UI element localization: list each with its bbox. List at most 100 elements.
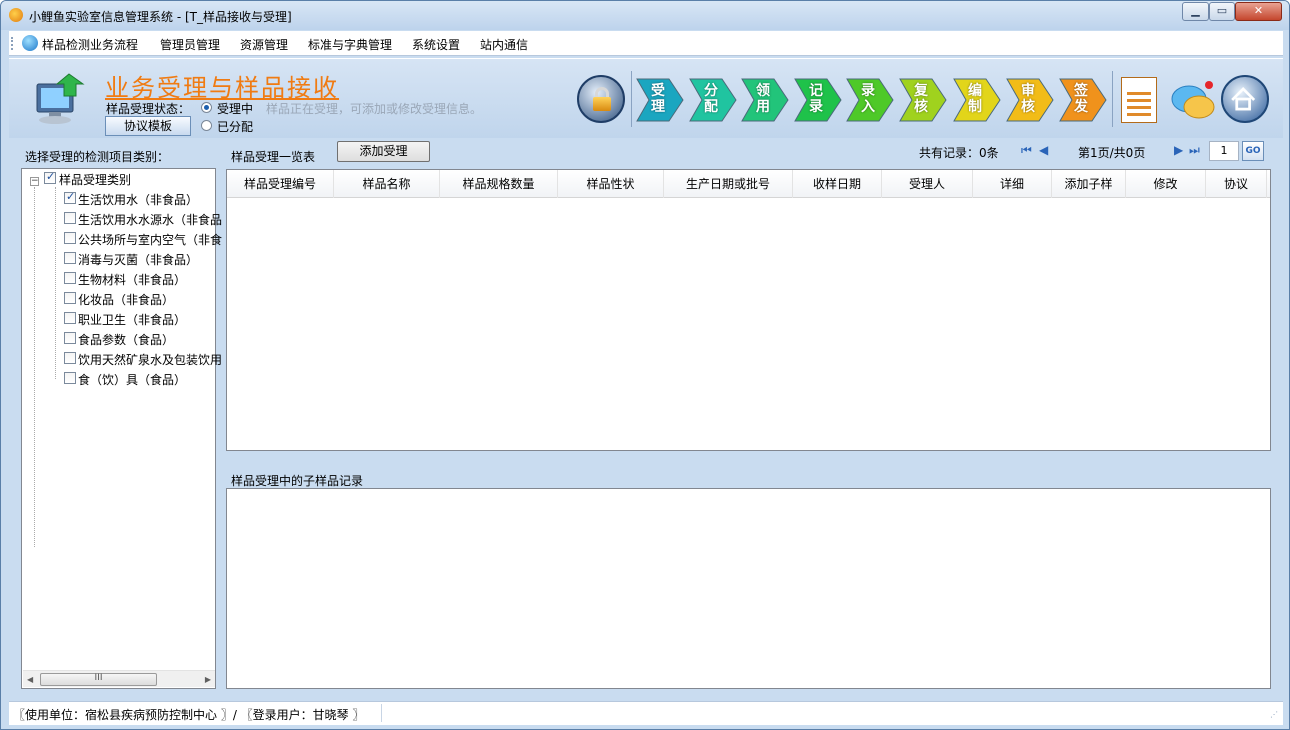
tree-item-label[interactable]: 职业卫生（非食品）	[78, 311, 186, 328]
tree-item-label[interactable]: 化妆品（非食品）	[78, 291, 174, 308]
resize-grip[interactable]: ⋰	[1270, 710, 1279, 719]
status-hint: 样品正在受理，可添加或修改受理信息。	[266, 102, 483, 116]
menu-item-settings[interactable]: 系统设置	[412, 36, 460, 53]
workflow-step-button[interactable]: 领 用	[740, 77, 790, 123]
workflow-step-button[interactable]: 记 录	[793, 77, 843, 123]
tree-item-checkbox[interactable]	[64, 292, 76, 304]
workflow-step-label: 分 配	[704, 83, 718, 115]
tree-item-checkbox[interactable]	[64, 332, 76, 344]
record-count: 共有记录：0条	[919, 146, 999, 160]
scroll-thumb[interactable]: III	[40, 673, 157, 686]
workflow-step-button[interactable]: 签 发	[1058, 77, 1108, 123]
home-button[interactable]	[1221, 75, 1269, 123]
accept-grid[interactable]: 样品受理编号 样品名称 样品规格数量 样品性状 生产日期或批号 收样日期 受理人 详细 添加子样…	[226, 169, 1271, 451]
workflow-step-button[interactable]: 分 配	[688, 77, 738, 123]
prev-page-icon[interactable]: ◀	[1039, 143, 1048, 157]
tree-horizontal-scrollbar[interactable]: ◀ III ▶	[23, 670, 215, 687]
scroll-left-icon[interactable]: ◀	[27, 675, 33, 684]
tree-item-label[interactable]: 公共场所与室内空气（非食	[78, 231, 222, 248]
app-window: 小鲤鱼实验室信息管理系统 - [T_样品接收与受理] ▁ ▭ ✕ 样品检测业务流…	[0, 0, 1290, 730]
tree-item-label[interactable]: 食品参数（食品）	[78, 331, 174, 348]
grid-column-header[interactable]: 样品规格数量	[440, 170, 558, 198]
workflow-step-button[interactable]: 复 核	[898, 77, 948, 123]
workflow-step-label: 受 理	[651, 83, 665, 115]
tree-root-checkbox[interactable]	[44, 170, 56, 184]
grid-header: 样品受理编号 样品名称 样品规格数量 样品性状 生产日期或批号 收样日期 受理人 详细 添加子样…	[227, 170, 1270, 198]
tree-item-label[interactable]: 生物材料（非食品）	[78, 271, 186, 288]
tree-root-label[interactable]: 样品受理类别	[59, 171, 131, 188]
workflow-step-button[interactable]: 受 理	[635, 77, 685, 123]
workflow-step-button[interactable]: 审 核	[1005, 77, 1055, 123]
tree-item-checkbox[interactable]	[64, 252, 76, 264]
grid-column-header[interactable]: 详细	[973, 170, 1052, 198]
tree-item-label[interactable]: 饮用天然矿泉水及包装饮用	[78, 351, 222, 368]
tree-collapse-toggle[interactable]: −	[30, 177, 39, 186]
page-number-input[interactable]: 1	[1209, 141, 1239, 161]
workflow-step-label: 编 制	[968, 83, 982, 115]
grid-column-header[interactable]: 样品名称	[334, 170, 440, 198]
tree-item-label[interactable]: 生活饮用水水源水（非食品	[78, 211, 222, 228]
radio-in-progress[interactable]	[201, 102, 212, 113]
tree-item-label[interactable]: 食（饮）具（食品）	[78, 371, 186, 388]
tree-item-label[interactable]: 生活饮用水（非食品）	[78, 191, 198, 208]
lock-button[interactable]	[577, 75, 625, 123]
menu-bar: 样品检测业务流程 管理员管理 资源管理 标准与字典管理 系统设置 站内通信	[9, 31, 1283, 56]
tree-item-checkbox[interactable]	[64, 352, 76, 364]
workflow-step-label: 领 用	[756, 83, 770, 115]
last-page-icon[interactable]: ⏭	[1189, 143, 1200, 158]
tree-item-checkbox[interactable]	[64, 190, 76, 204]
chat-icon[interactable]	[1169, 77, 1217, 123]
status-text: 〖使用单位：宿松县疾病预防控制中心 〗/ 〖登录用户：甘晓琴 〗	[13, 708, 365, 722]
menu-item-standards[interactable]: 标准与字典管理	[308, 36, 392, 53]
radio-assigned[interactable]	[201, 120, 212, 131]
workflow-menu-icon	[22, 35, 38, 51]
workflow-step-label: 复 核	[914, 83, 928, 115]
tree-item-label[interactable]: 消毒与灭菌（非食品）	[78, 251, 198, 268]
title-bar: 小鲤鱼实验室信息管理系统 - [T_样品接收与受理] ▁ ▭ ✕	[1, 1, 1289, 30]
toolbar-separator	[631, 71, 632, 127]
menu-item-resources[interactable]: 资源管理	[240, 36, 288, 53]
header-panel: 业务受理与样品接收 样品受理状态： 受理中 样品正在受理，可添加或修改受理信息。…	[9, 58, 1283, 138]
grid-column-header[interactable]: 受理人	[882, 170, 973, 198]
tree-item-checkbox[interactable]	[64, 372, 76, 384]
radio-assigned-label[interactable]: 已分配	[217, 118, 253, 135]
home-icon	[1231, 86, 1256, 111]
tree-item-checkbox[interactable]	[64, 232, 76, 244]
radio-in-progress-label[interactable]: 受理中	[217, 100, 253, 117]
add-accept-button[interactable]: 添加受理	[337, 141, 430, 162]
sub-sample-panel[interactable]	[226, 488, 1271, 689]
close-button[interactable]: ✕	[1235, 2, 1282, 21]
go-button[interactable]: GO	[1242, 141, 1264, 161]
workflow-step-button[interactable]: 编 制	[952, 77, 1002, 123]
workflow-step-button[interactable]: 录 入	[845, 77, 895, 123]
scroll-right-icon[interactable]: ▶	[205, 675, 211, 684]
report-icon[interactable]	[1121, 77, 1157, 123]
workflow-step-label: 录 入	[861, 83, 875, 115]
grid-column-header[interactable]: 生产日期或批号	[664, 170, 793, 198]
grid-column-header[interactable]: 修改	[1126, 170, 1206, 198]
tree-item-checkbox[interactable]	[64, 212, 76, 224]
workflow-step-label: 记 录	[809, 83, 823, 115]
grid-column-header[interactable]: 添加子样	[1052, 170, 1126, 198]
maximize-button[interactable]: ▭	[1209, 2, 1235, 21]
minimize-button[interactable]: ▁	[1182, 2, 1209, 21]
grid-column-header[interactable]: 协议	[1206, 170, 1267, 198]
grid-column-header[interactable]: 样品性状	[558, 170, 664, 198]
workflow-step-label: 签 发	[1074, 83, 1088, 115]
menu-item-messages[interactable]: 站内通信	[480, 36, 528, 53]
lock-icon	[593, 97, 611, 111]
menu-item-admin[interactable]: 管理员管理	[160, 36, 220, 53]
tree-guide	[34, 187, 35, 547]
status-separator	[381, 704, 382, 722]
list-caption: 样品受理一览表	[231, 150, 316, 164]
next-page-icon[interactable]: ▶	[1174, 143, 1183, 157]
tree-item-checkbox[interactable]	[64, 312, 76, 324]
grid-column-header[interactable]: 收样日期	[793, 170, 882, 198]
menu-item-workflow[interactable]: 样品检测业务流程	[42, 36, 138, 53]
first-page-icon[interactable]: ⏮	[1021, 143, 1032, 158]
grid-column-header[interactable]: 样品受理编号	[227, 170, 334, 198]
window-title: 小鲤鱼实验室信息管理系统 - [T_样品接收与受理]	[29, 10, 292, 24]
grid-column-header[interactable]: 删	[1267, 170, 1270, 198]
tree-item-checkbox[interactable]	[64, 272, 76, 284]
template-button[interactable]: 协议模板	[105, 116, 191, 136]
